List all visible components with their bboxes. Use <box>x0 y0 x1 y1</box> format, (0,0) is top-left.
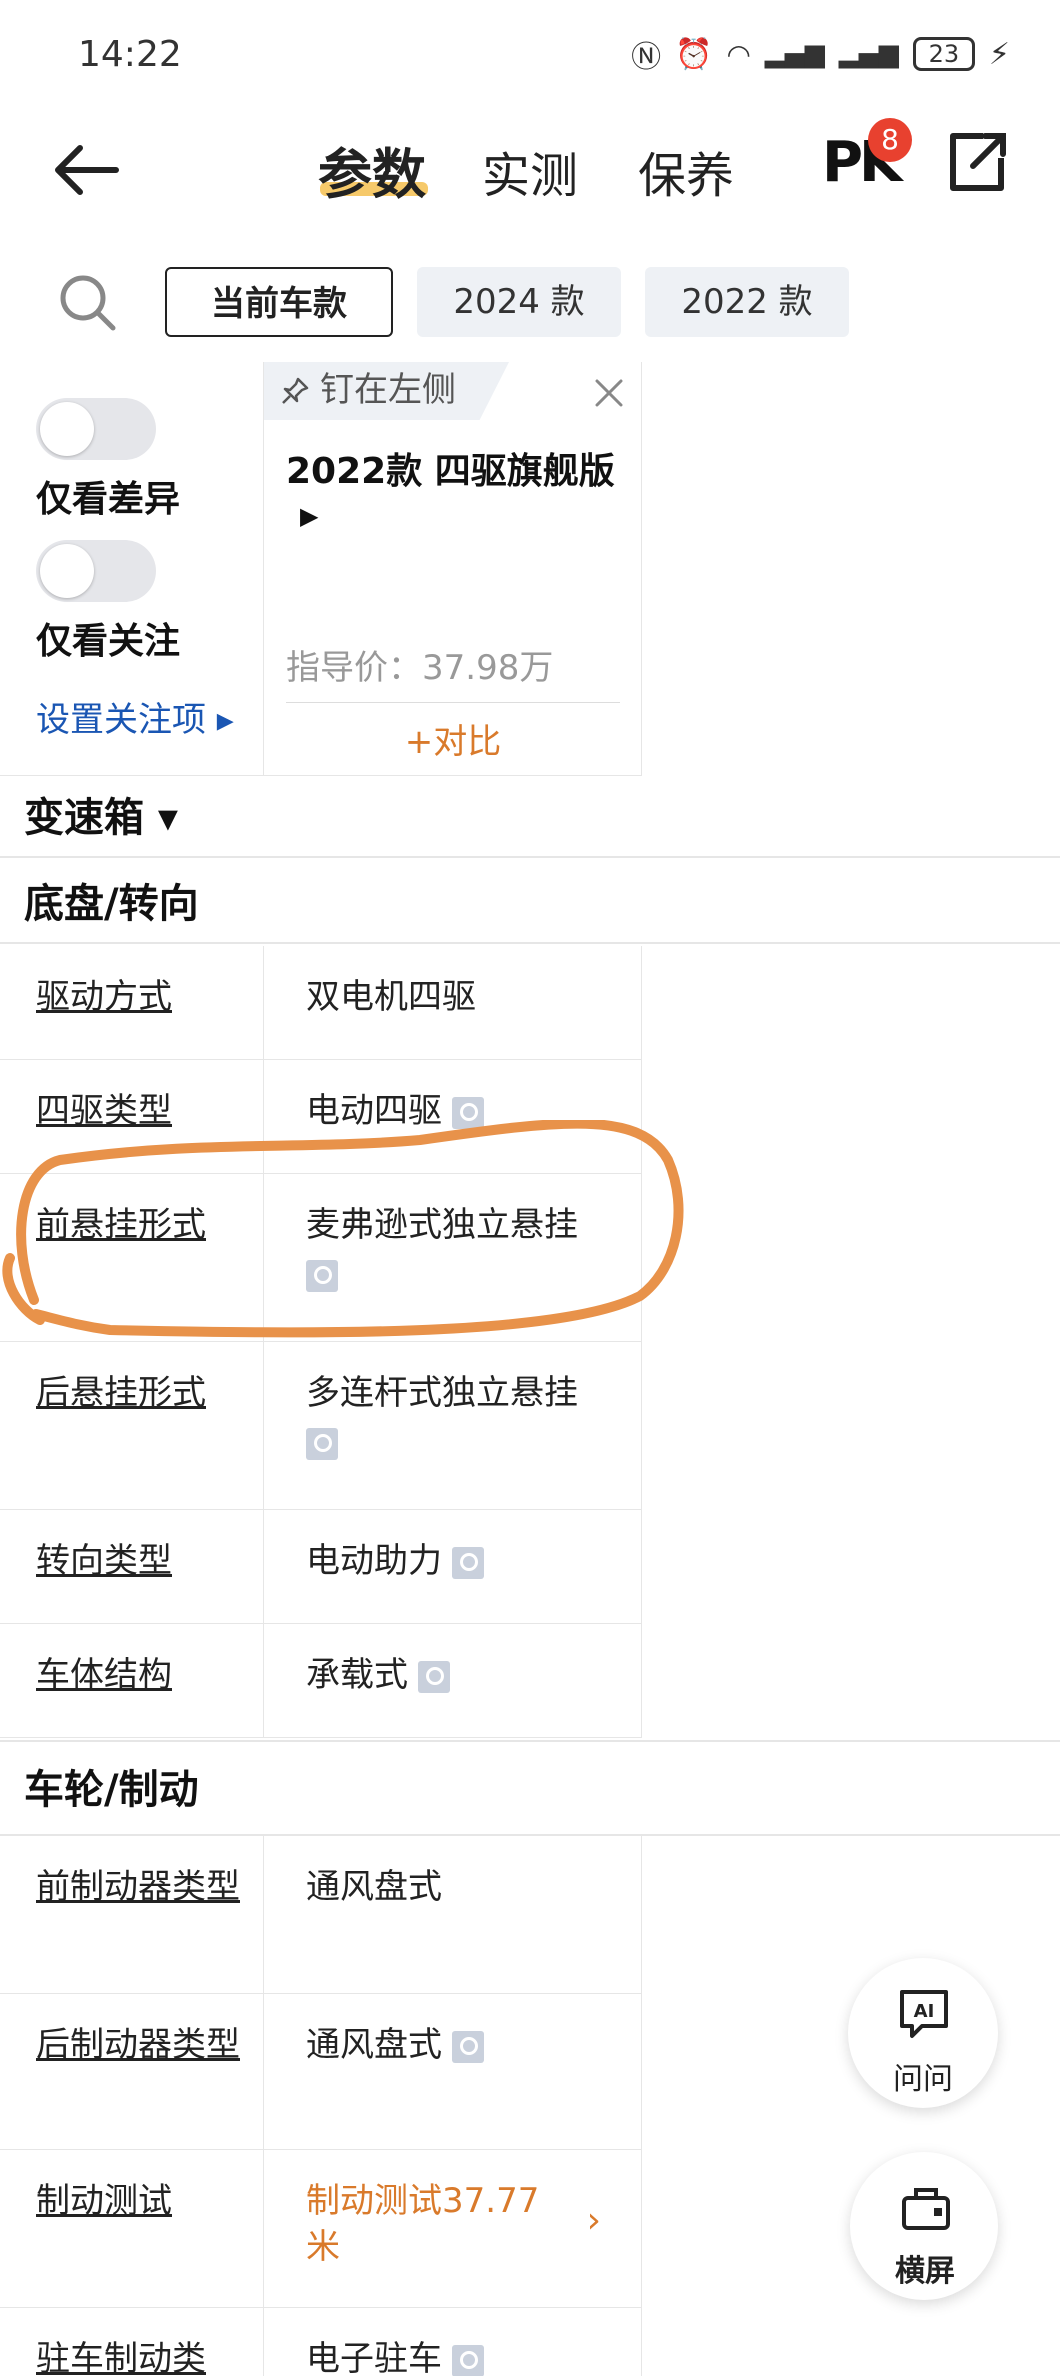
section-gearbox[interactable]: 变速箱 ▾ <box>0 778 1060 858</box>
rotate-screen-icon <box>902 2188 950 2230</box>
search-small-icon[interactable] <box>452 2344 484 2376</box>
search-small-icon[interactable] <box>306 1428 338 1460</box>
table-row: 后制动器类型 通风盘式 <box>0 1994 642 2150</box>
row-value-text: 承载式 <box>306 1655 408 1695</box>
guide-price: 指导价：37.98万 <box>286 648 554 688</box>
svg-text:AI: AI <box>914 2001 935 2022</box>
tab-params[interactable]: 参数 <box>318 130 426 209</box>
row-label[interactable]: 四驱类型 <box>0 1060 264 1173</box>
row-value: 双电机四驱 <box>264 946 642 1059</box>
car-column-header: 钉在左侧 2022款 四驱旗舰版 ▶ 指导价：37.98万 +对比 <box>264 362 642 776</box>
signal-icon: ▂▄▆ <box>764 39 825 69</box>
row-value-text: 电子驻车 <box>306 2339 442 2376</box>
filter-2022[interactable]: 2022 款 <box>645 267 849 337</box>
status-time: 14:22 <box>78 34 182 75</box>
section-chassis: 底盘/转向 <box>0 864 1060 944</box>
search-small-icon[interactable] <box>418 1660 450 1693</box>
car-model-name[interactable]: 2022款 四驱旗舰版 <box>286 442 615 494</box>
landscape-label: 横屏 <box>895 2254 955 2289</box>
expand-triangle-icon[interactable]: ▶ <box>300 502 318 530</box>
row-value-text: 电动助力 <box>306 1541 442 1581</box>
diff-toggle[interactable] <box>36 398 156 460</box>
row-value-text: 双电机四驱 <box>306 977 476 1017</box>
search-icon[interactable] <box>55 270 119 334</box>
row-value-text: 通风盘式 <box>306 1867 442 1907</box>
section-wheels-brakes: 车轮/制动 <box>0 1740 1060 1836</box>
compare-button[interactable]: +对比 <box>264 714 642 763</box>
nav-bar: 参数 实测 保养 PK 8 <box>0 110 1060 220</box>
pin-icon <box>282 377 309 404</box>
row-label[interactable]: 后悬挂形式 <box>0 1342 264 1509</box>
back-arrow-icon[interactable] <box>50 140 120 200</box>
alarm-icon: ⏰ <box>675 36 713 72</box>
pin-label: 钉在左侧 <box>320 370 456 410</box>
pin-left-button[interactable]: 钉在左侧 <box>264 362 509 420</box>
brake-test-link[interactable]: 制动测试37.77米 › <box>264 2150 642 2307</box>
table-row: 驱动方式 双电机四驱 <box>0 946 642 1060</box>
filter-2024[interactable]: 2024 款 <box>417 267 621 337</box>
table-row: 前制动器类型 通风盘式 <box>0 1836 642 1994</box>
row-label[interactable]: 驻车制动类 <box>0 2308 264 2376</box>
row-value-text: 多连杆式独立悬挂 <box>306 1373 578 1413</box>
search-small-icon[interactable] <box>452 2030 484 2063</box>
charging-icon: ⚡ <box>988 36 1010 72</box>
nfc-icon: Ⓝ <box>631 40 662 75</box>
close-icon[interactable] <box>592 376 626 410</box>
row-label[interactable]: 后制动器类型 <box>0 1994 264 2149</box>
wifi-icon: ◠ <box>726 37 751 71</box>
filter-bar: 当前车款 2024 款 2022 款 <box>0 250 1060 360</box>
divider <box>286 702 620 703</box>
table-row: 四驱类型 电动四驱 <box>0 1060 642 1174</box>
share-icon[interactable] <box>945 130 1009 194</box>
row-value: 电动助力 <box>264 1510 642 1623</box>
row-value: 麦弗逊式独立悬挂 <box>264 1174 642 1341</box>
table-row: 车体结构 承载式 <box>0 1624 642 1738</box>
row-value: 通风盘式 <box>264 1836 642 1993</box>
row-label[interactable]: 转向类型 <box>0 1510 264 1623</box>
row-label[interactable]: 驱动方式 <box>0 946 264 1059</box>
search-small-icon[interactable] <box>306 1260 338 1292</box>
filter-current[interactable]: 当前车款 <box>165 267 393 337</box>
row-value: 电动四驱 <box>264 1060 642 1173</box>
attention-toggle-label: 仅看关注 <box>36 621 181 662</box>
search-small-icon[interactable] <box>452 1096 484 1129</box>
tab-maintenance[interactable]: 保养 <box>638 136 734 206</box>
ai-ask-button[interactable]: AI 问问 <box>848 1958 998 2108</box>
ai-chat-icon: AI <box>900 1990 948 2038</box>
table-row: 驻车制动类 电子驻车 <box>0 2308 642 2376</box>
row-value: 电子驻车 <box>264 2308 642 2376</box>
status-bar: 14:22 Ⓝ ⏰ ◠ ▂▄▆ ▂▄▆ 23 ⚡ <box>0 0 1060 110</box>
chevron-right-icon: › <box>586 2200 601 2241</box>
table-row: 后悬挂形式 多连杆式独立悬挂 <box>0 1342 642 1510</box>
status-icons: Ⓝ ⏰ ◠ ▂▄▆ ▂▄▆ 23 ⚡ <box>631 32 1010 76</box>
row-value: 承载式 <box>264 1624 642 1737</box>
table-row: 制动测试 制动测试37.77米 › <box>0 2150 642 2308</box>
signal-icon-2: ▂▄▆ <box>838 39 899 69</box>
ai-ask-label: 问问 <box>893 2062 953 2097</box>
row-value: 多连杆式独立悬挂 <box>264 1342 642 1509</box>
row-label[interactable]: 车体结构 <box>0 1624 264 1737</box>
diff-toggle-label: 仅看差异 <box>36 479 181 520</box>
row-label[interactable]: 制动测试 <box>0 2150 264 2307</box>
row-value-text: 通风盘式 <box>306 2025 442 2065</box>
pk-badge: 8 <box>868 118 912 162</box>
toggle-knob <box>40 544 94 598</box>
table-row: 转向类型 电动助力 <box>0 1510 642 1624</box>
table-row: 前悬挂形式 麦弗逊式独立悬挂 <box>0 1174 642 1342</box>
row-label[interactable]: 前悬挂形式 <box>0 1174 264 1341</box>
row-value-text: 电动四驱 <box>306 1091 442 1131</box>
options-panel: 仅看差异 仅看关注 设置关注项 ▸ <box>0 362 264 776</box>
attention-toggle[interactable] <box>36 540 156 602</box>
toggle-knob <box>40 402 94 456</box>
row-value-text: 麦弗逊式独立悬挂 <box>306 1205 578 1245</box>
battery-icon: 23 <box>912 37 975 71</box>
set-attention-link[interactable]: 设置关注项 ▸ <box>36 692 234 741</box>
tab-measured[interactable]: 实测 <box>482 136 578 206</box>
search-small-icon[interactable] <box>452 1546 484 1579</box>
landscape-button[interactable]: 横屏 <box>850 2152 998 2300</box>
row-label[interactable]: 前制动器类型 <box>0 1836 264 1993</box>
row-value: 通风盘式 <box>264 1994 642 2149</box>
row-value-text: 制动测试37.77米 <box>306 2181 540 2267</box>
